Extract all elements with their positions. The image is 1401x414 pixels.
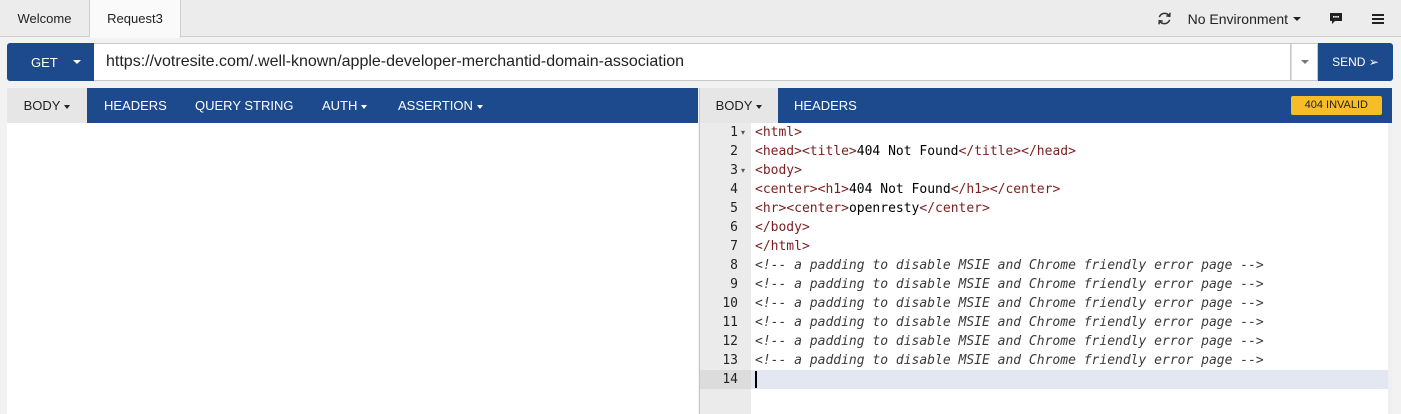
line-number: 5	[730, 201, 738, 216]
chevron-down-icon	[756, 104, 763, 109]
environment-label: No Environment	[1187, 10, 1288, 27]
text-cursor	[755, 371, 757, 388]
menu-icon[interactable]	[1369, 10, 1387, 28]
url-input[interactable]: https://votresite.com/.well-known/apple-…	[94, 43, 1291, 81]
code-line: <!-- a padding to disable MSIE and Chrom…	[755, 277, 1264, 292]
tab-assertion[interactable]: ASSERTION	[398, 88, 483, 123]
request-tabs: BODY HEADERS QUERY STRING AUTH ASSERTION	[7, 88, 698, 123]
code-line: <center><h1>404 Not Found</h1></center>	[755, 182, 1061, 197]
chevron-down-icon	[1301, 60, 1309, 64]
line-number: 14	[722, 372, 738, 387]
line-number: 9	[730, 277, 738, 292]
line-number: 7	[730, 239, 738, 254]
chevron-down-icon	[1293, 16, 1301, 21]
response-panel: BODY HEADERS 404 INVALID 1 ▾ 2 3 ▾ 4 5 6 7 8 9 10 11…	[699, 88, 1392, 414]
environment-selector[interactable]: No Environment	[1188, 11, 1301, 27]
code-line: <!-- a padding to disable MSIE and Chrom…	[755, 296, 1264, 311]
request-body-editor[interactable]	[7, 123, 698, 414]
line-number: 3	[730, 163, 738, 178]
code-line: <!-- a padding to disable MSIE and Chrom…	[755, 353, 1264, 368]
line-number: 6	[730, 220, 738, 235]
response-code[interactable]: <html> <head><title>404 Not Found</title>…	[751, 123, 1392, 414]
line-number: 2	[730, 144, 738, 159]
request-url-bar: GET https://votresite.com/.well-known/ap…	[7, 43, 1393, 81]
tab-label: BODY	[23, 98, 61, 113]
code-line: <head><title>404 Not Found</title></head…	[755, 144, 1076, 159]
line-number: 10	[722, 296, 738, 311]
line-number-gutter: 1 ▾ 2 3 ▾ 4 5 6 7 8 9 10 11 12 13 14	[700, 123, 751, 414]
code-line: <body>	[755, 163, 802, 178]
response-tabs: BODY HEADERS 404 INVALID	[700, 88, 1392, 123]
tab-label: AUTH	[322, 98, 358, 113]
tab-auth[interactable]: AUTH	[322, 88, 368, 123]
tab-response-headers[interactable]: HEADERS	[794, 88, 857, 123]
tab-request3[interactable]: Request3	[90, 0, 181, 38]
line-number: 1	[730, 125, 738, 140]
url-history-dropdown[interactable]	[1291, 43, 1318, 81]
line-number: 4	[730, 182, 738, 197]
code-line: <!-- a padding to disable MSIE and Chrom…	[755, 258, 1264, 273]
line-number: 8	[730, 258, 738, 273]
status-badge: 404 INVALID	[1290, 96, 1382, 115]
code-line: <html>	[755, 125, 802, 140]
send-button[interactable]: SEND ➢	[1318, 43, 1393, 81]
chevron-down-icon	[476, 104, 483, 109]
method-selector[interactable]: GET	[7, 43, 94, 81]
tab-welcome[interactable]: Welcome	[0, 0, 90, 37]
code-line: </html>	[755, 239, 810, 254]
top-toolbar: No Environment	[1156, 0, 1401, 37]
tab-request-headers[interactable]: HEADERS	[104, 88, 167, 123]
top-tab-bar: Welcome Request3 No Environment	[0, 0, 1401, 38]
chevron-down-icon	[361, 104, 368, 109]
line-number: 11	[722, 315, 738, 330]
method-label: GET	[31, 55, 58, 70]
tab-query-string[interactable]: QUERY STRING	[195, 88, 293, 123]
active-line-highlight	[751, 370, 1392, 389]
request-panel: BODY HEADERS QUERY STRING AUTH ASSERTION	[7, 88, 698, 414]
code-line: <!-- a padding to disable MSIE and Chrom…	[755, 334, 1264, 349]
code-line: </body>	[755, 220, 810, 235]
fold-toggle-icon[interactable]: ▾	[741, 161, 745, 180]
tab-label: ASSERTION	[398, 98, 473, 113]
scrollbar[interactable]	[1388, 123, 1392, 414]
refresh-icon[interactable]	[1156, 10, 1174, 28]
line-number: 13	[722, 353, 738, 368]
code-line: <!-- a padding to disable MSIE and Chrom…	[755, 315, 1264, 330]
fold-toggle-icon[interactable]: ▾	[741, 123, 745, 142]
tab-response-body[interactable]: BODY	[700, 88, 778, 123]
chevron-down-icon	[73, 60, 81, 64]
tab-request-body[interactable]: BODY	[7, 88, 87, 123]
chat-icon[interactable]	[1327, 10, 1345, 28]
line-number: 12	[722, 334, 738, 349]
chevron-down-icon	[64, 104, 71, 109]
response-body-viewer[interactable]: 1 ▾ 2 3 ▾ 4 5 6 7 8 9 10 11 12 13 14 <html> <head><title…	[700, 123, 1392, 414]
code-line: <hr><center>openresty</center>	[755, 201, 990, 216]
tab-label: BODY	[715, 98, 753, 113]
